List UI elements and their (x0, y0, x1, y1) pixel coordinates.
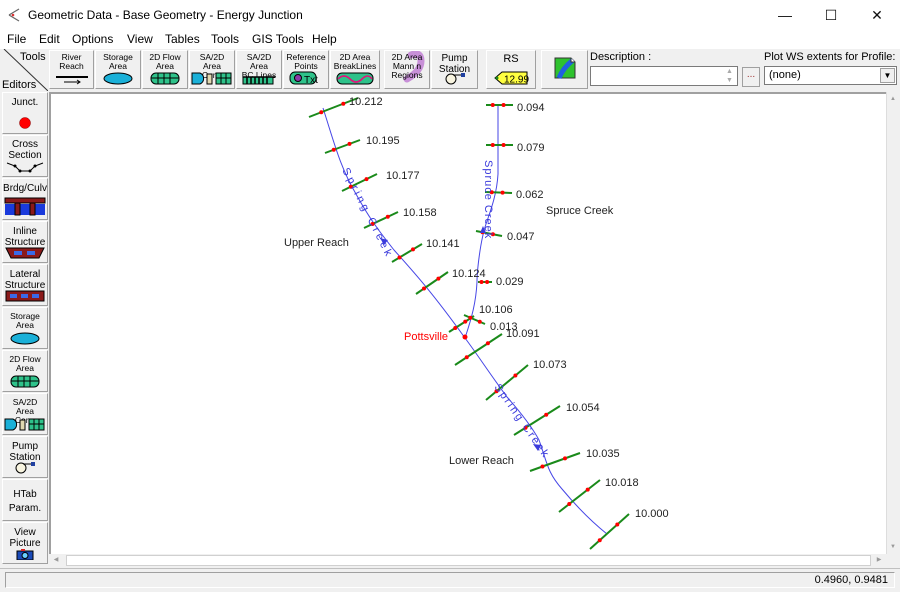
bank-station-point (319, 110, 324, 115)
cross-section-label[interactable]: 10.124 (452, 268, 486, 280)
cross-sections (308, 97, 630, 550)
bank-station-point (464, 355, 469, 360)
cross-section-label[interactable]: 10.212 (349, 96, 383, 108)
cross-section-label[interactable]: 0.029 (496, 276, 524, 288)
bank-station-point (490, 103, 495, 107)
cross-section-line[interactable] (415, 271, 449, 295)
cross-section-line[interactable] (529, 452, 581, 472)
scroll-left-icon[interactable]: ◀ (49, 554, 63, 567)
cross-section-line[interactable] (589, 513, 630, 550)
cross-section-label[interactable]: 10.073 (533, 359, 567, 371)
reach-label-upper-reach: Upper Reach (284, 237, 349, 249)
bank-station-point (563, 456, 567, 461)
vertical-scrollbar[interactable]: ▲ ▼ (886, 92, 898, 554)
schematic-svg[interactable]: 10.212 10.195 10.177 10.158 10.141 10.124 10.1… (2, 2, 900, 592)
river-name-spring-creek-lower: Spring Creek (492, 382, 552, 461)
bank-station-point (615, 522, 620, 527)
cross-section-label[interactable]: 0.094 (517, 102, 545, 114)
bank-station-point (485, 280, 490, 284)
cursor-coordinates: 0.4960, 0.9481 (814, 574, 888, 586)
bank-station-point (436, 276, 441, 281)
bank-station-point (385, 214, 390, 219)
cross-section-label[interactable]: 10.018 (605, 477, 639, 489)
cross-section-line[interactable] (324, 139, 361, 154)
scroll-up-icon[interactable]: ▲ (887, 92, 899, 106)
bank-station-point (540, 464, 545, 469)
cross-section-label[interactable]: 10.091 (506, 328, 540, 340)
cross-section-line[interactable] (454, 333, 503, 366)
bank-station-point (485, 341, 490, 346)
cross-section-label[interactable]: 0.047 (507, 231, 535, 243)
bank-station-point (513, 373, 518, 378)
bank-station-point (468, 315, 473, 320)
bank-station-point (501, 103, 506, 107)
cross-section-label[interactable]: 10.195 (366, 135, 400, 147)
cross-section-label[interactable]: 0.062 (516, 189, 544, 201)
bank-station-point (463, 319, 468, 324)
bank-station-point (397, 255, 402, 260)
bank-station-point (331, 147, 336, 152)
junction-point[interactable] (462, 334, 468, 340)
bank-station-point (477, 319, 482, 324)
cross-section-label[interactable]: 10.035 (586, 448, 620, 460)
bank-station-point (585, 487, 590, 492)
bank-station-point (364, 177, 369, 182)
status-panel (5, 572, 895, 588)
bank-station-point (501, 143, 506, 147)
bank-station-point (479, 280, 484, 284)
bank-station-point (500, 190, 505, 195)
bank-station-point (411, 247, 415, 252)
geometry-map-canvas[interactable]: 10.212 10.195 10.177 10.158 10.141 10.124 10.1… (49, 92, 886, 554)
cross-section-label[interactable]: 10.158 (403, 207, 437, 219)
cross-section-label[interactable]: 10.106 (479, 304, 513, 316)
bank-station-point (544, 412, 549, 417)
river-name-spruce-creek: Spruce Creek (482, 160, 494, 239)
cross-section-label[interactable]: 10.000 (635, 508, 669, 520)
bank-station-point (341, 101, 346, 106)
junction-label-pottsville[interactable]: Pottsville (404, 331, 448, 343)
bank-station-point (422, 286, 426, 291)
scroll-down-icon[interactable]: ▼ (887, 540, 899, 554)
bank-station-point (567, 502, 572, 506)
bank-station-point (453, 326, 458, 330)
cross-section-label[interactable]: 10.177 (386, 170, 420, 182)
cross-section-label[interactable]: 10.141 (426, 238, 460, 250)
bank-station-point (597, 538, 602, 543)
scroll-right-icon[interactable]: ▶ (872, 554, 886, 567)
bank-station-point (347, 141, 352, 146)
reach-label-spruce-creek: Spruce Creek (546, 205, 614, 217)
reach-label-lower-reach: Lower Reach (449, 455, 514, 467)
bank-station-point (490, 143, 495, 147)
horizontal-scrollbar[interactable]: ◀ ▶ (49, 554, 886, 567)
status-bar: 0.4960, 0.9481 (0, 568, 900, 590)
cross-section-label[interactable]: 0.079 (517, 142, 545, 154)
cross-section-label[interactable]: 10.054 (566, 402, 600, 414)
horizontal-scroll-thumb[interactable] (66, 555, 871, 566)
cross-section-line[interactable] (558, 479, 601, 513)
